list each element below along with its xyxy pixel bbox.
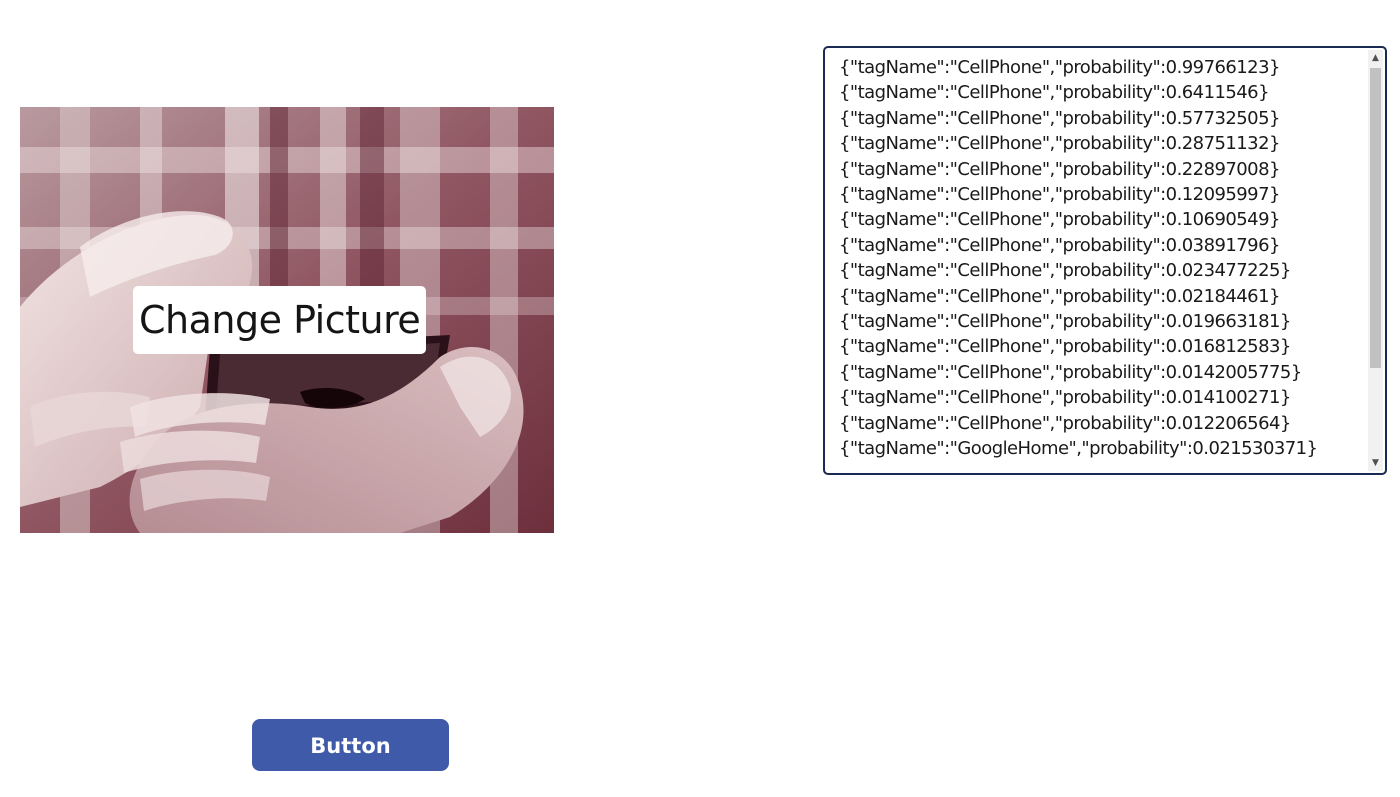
vertical-scrollbar[interactable]: ▲ ▼ bbox=[1368, 50, 1383, 471]
result-line: {"tagName":"CellPhone","probability":0.0… bbox=[839, 361, 1302, 383]
result-line: {"tagName":"GoogleHome","probability":0.… bbox=[839, 438, 1318, 460]
result-line: {"tagName":"CellPhone","probability":0.0… bbox=[839, 234, 1280, 256]
result-line: {"tagName":"CellPhone","probability":0.0… bbox=[839, 285, 1280, 307]
add-picture-control[interactable]: Change Picture bbox=[20, 107, 554, 533]
action-button[interactable]: Button bbox=[252, 719, 449, 771]
result-line: {"tagName":"CellPhone","probability":0.6… bbox=[839, 82, 1270, 104]
results-textbox[interactable]: {"tagName":"CellPhone","probability":0.9… bbox=[823, 46, 1387, 475]
result-line: {"tagName":"CellPhone","probability":0.0… bbox=[839, 336, 1291, 358]
result-line: {"tagName":"CellPhone","probability":0.5… bbox=[839, 107, 1280, 129]
result-line: {"tagName":"CellPhone","probability":0.0… bbox=[839, 387, 1291, 409]
result-line: {"tagName":"CellPhone","probability":0.2… bbox=[839, 133, 1280, 155]
app-canvas: Change Picture {"tagName":"CellPhone","p… bbox=[0, 0, 1400, 797]
result-line: {"tagName":"CellPhone","probability":0.1… bbox=[839, 184, 1280, 206]
scroll-up-icon[interactable]: ▲ bbox=[1368, 50, 1383, 66]
result-line: {"tagName":"CellPhone","probability":0.9… bbox=[839, 57, 1280, 78]
scroll-down-icon[interactable]: ▼ bbox=[1368, 455, 1383, 471]
result-line: {"tagName":"CellPhone","probability":0.2… bbox=[839, 158, 1280, 180]
result-line: {"tagName":"CellPhone","probability":0.1… bbox=[839, 209, 1280, 231]
result-line: {"tagName":"CellPhone","probability":0.0… bbox=[839, 412, 1291, 434]
result-line: {"tagName":"CellPhone","probability":0.0… bbox=[839, 260, 1291, 282]
change-picture-label[interactable]: Change Picture bbox=[133, 286, 427, 354]
scroll-thumb[interactable] bbox=[1370, 68, 1381, 368]
results-text[interactable]: {"tagName":"CellPhone","probability":0.9… bbox=[839, 55, 1366, 473]
result-line: {"tagName":"CellPhone","probability":0.0… bbox=[839, 311, 1291, 333]
